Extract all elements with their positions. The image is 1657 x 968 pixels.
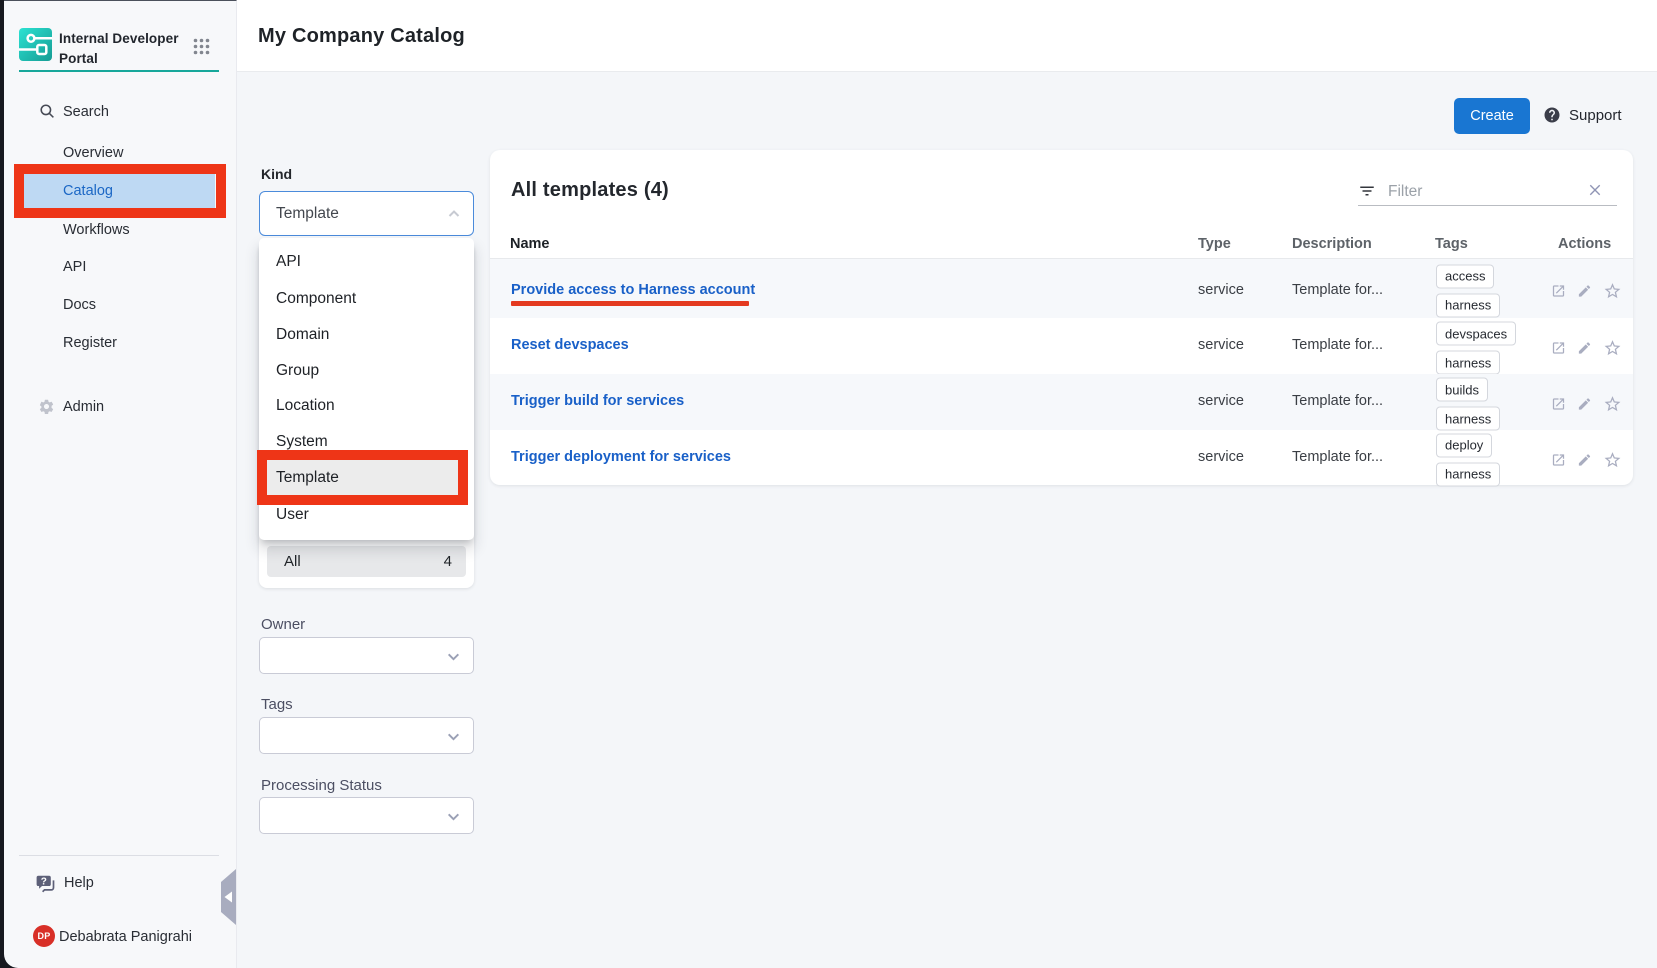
svg-text:?: ? — [41, 877, 47, 888]
